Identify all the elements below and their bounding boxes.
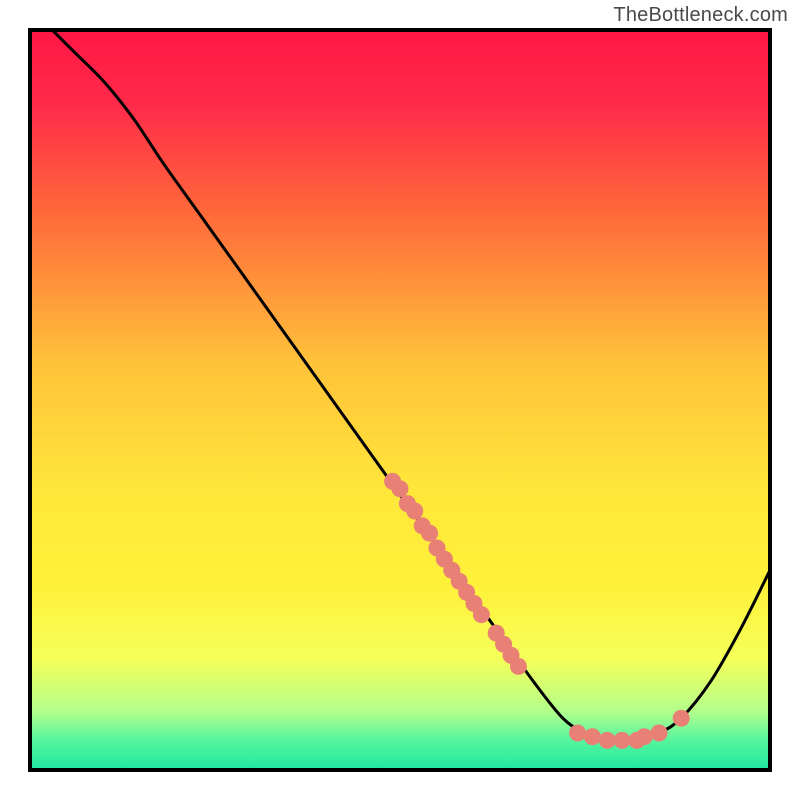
watermark-text: TheBottleneck.com xyxy=(613,4,788,27)
data-marker xyxy=(614,732,631,749)
data-marker xyxy=(569,725,586,742)
chart-svg xyxy=(0,0,800,800)
data-marker xyxy=(510,658,527,675)
data-marker xyxy=(392,480,409,497)
data-marker xyxy=(651,725,668,742)
plot-background xyxy=(30,30,770,770)
data-marker xyxy=(584,728,601,745)
data-marker xyxy=(473,606,490,623)
data-marker xyxy=(673,710,690,727)
data-marker xyxy=(599,732,616,749)
chart-stage: TheBottleneck.com xyxy=(0,0,800,800)
data-marker xyxy=(636,728,653,745)
data-marker xyxy=(421,525,438,542)
data-marker xyxy=(406,503,423,520)
